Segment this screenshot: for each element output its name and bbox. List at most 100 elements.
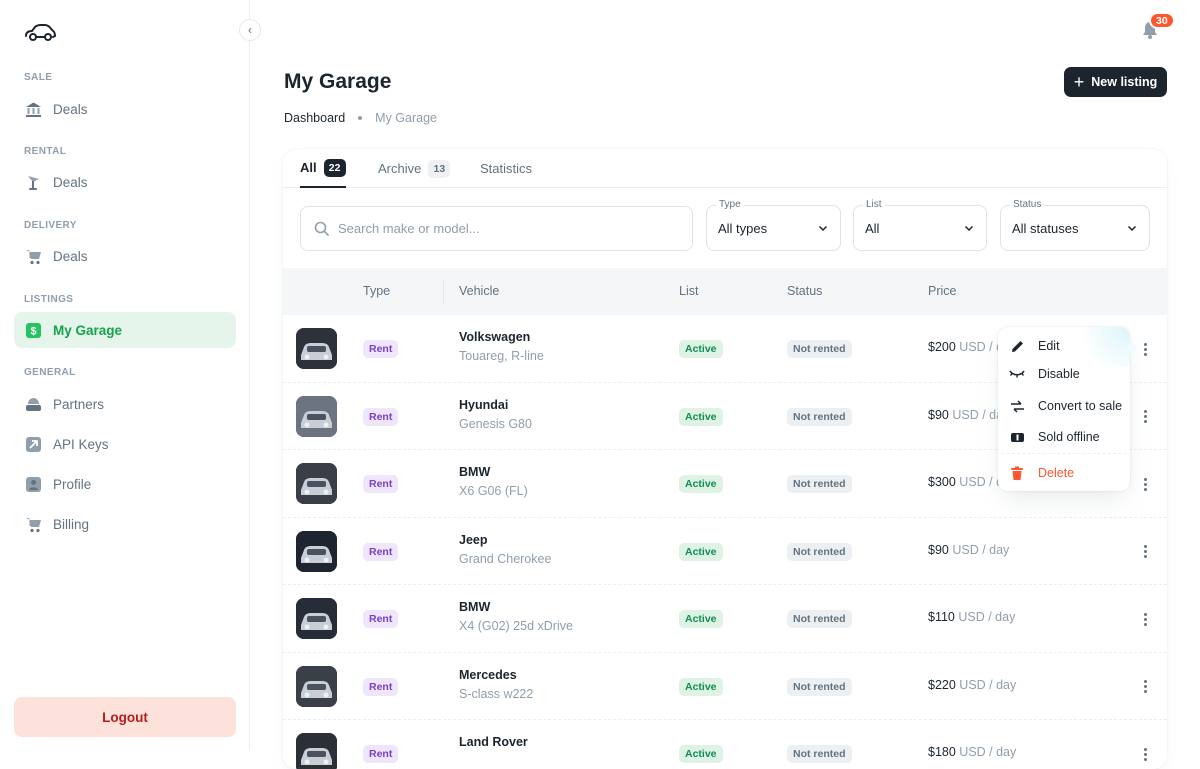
more-vertical-icon[interactable] [1136,541,1154,563]
list-select[interactable]: List All [853,199,987,251]
section-title-rental: RENTAL [24,146,67,157]
price-unit: USD / day [959,745,1017,759]
price-amount: $110 [928,610,955,624]
price: $110 USD / day [928,610,1015,624]
menu-item-label: Edit [1038,339,1060,353]
vehicle-thumbnail[interactable] [296,530,337,572]
vehicle-model: S-class w222 [459,686,534,701]
tab-all[interactable]: All 22 [300,149,346,188]
status-badge: Not rented [787,340,852,358]
more-vertical-icon[interactable] [1136,338,1154,360]
table-row[interactable]: Rent Mercedes S-class w222 Active Not rented… [283,653,1167,720]
breadcrumb-dashboard[interactable]: Dashboard [284,111,345,125]
sidebar-item-partners[interactable]: Partners [14,386,236,422]
more-vertical-icon[interactable] [1136,608,1154,630]
price-amount: $180 [928,745,956,759]
swap-icon [1009,398,1025,414]
new-listing-button[interactable]: + New listing [1064,67,1167,97]
vehicle-thumbnail[interactable] [296,598,337,639]
vehicle-thumbnail[interactable] [296,463,337,504]
list-badge: Active [679,745,723,763]
more-vertical-icon[interactable] [1136,676,1154,698]
sidebar-item-billing[interactable]: Billing [14,506,236,542]
section-title-sale: SALE [24,72,53,83]
tab-archive[interactable]: Archive 13 [378,149,451,188]
sidebar: ‹ SALE Deals RENTAL Deals DELIVERY Deals… [0,0,261,750]
sidebar-item-label: Deals [53,101,88,117]
breadcrumb-current: My Garage [375,111,437,125]
sidebar-item-label: Deals [53,174,88,190]
vehicle-thumbnail[interactable] [296,665,337,707]
chevron-left-icon: ‹ [248,23,252,37]
menu-item-convert-to-sale[interactable]: Convert to sale [998,391,1130,421]
sidebar-item-profile[interactable]: Profile [14,466,236,502]
column-header-list[interactable]: List [679,284,698,298]
column-header-vehicle[interactable]: Vehicle [459,284,499,298]
logout-button[interactable]: Logout [14,697,236,737]
price-unit: USD / day [952,542,1010,557]
menu-item-delete[interactable]: Delete [998,458,1130,488]
sidebar-item-rental-deals[interactable]: Deals [14,164,236,200]
sidebar-item-my-garage[interactable]: $ My Garage [14,312,236,348]
menu-item-sold-offline[interactable]: Sold offline [998,422,1130,452]
user-icon [24,475,42,493]
status-select-value: All statuses [1012,220,1079,236]
vehicle-model: X4 (G02) 25d xDrive [459,619,573,633]
table-row[interactable]: Rent Land Rover Active Not rented $180 USD /… [283,720,1167,769]
price-amount: $200 [928,340,956,354]
menu-item-edit[interactable]: Edit [998,331,1130,361]
trash-icon [1009,465,1025,481]
cart-icon [24,515,42,533]
column-header-price[interactable]: Price [928,284,956,298]
vehicle-thumbnail[interactable] [296,733,337,769]
table-row[interactable]: Rent BMW X4 (G02) 25d xDrive Active Not rent… [283,585,1167,653]
arrow-up-right-icon [24,435,42,453]
vehicle-make[interactable]: BMW [459,600,490,614]
vehicle-make[interactable]: Hyundai [459,398,508,412]
type-badge: Rent [363,407,399,426]
tab-label: All [300,160,317,175]
tab-statistics[interactable]: Statistics [480,149,532,188]
type-badge: Rent [363,745,399,763]
vehicle-make[interactable]: BMW [459,465,490,479]
list-select-label: List [863,199,885,210]
sidebar-item-api-keys[interactable]: API Keys [14,426,236,462]
more-vertical-icon[interactable] [1136,406,1154,428]
collapse-sidebar-button[interactable]: ‹ [239,19,261,41]
sidebar-item-sale-deals[interactable]: Deals [14,91,236,127]
more-vertical-icon[interactable] [1136,473,1154,495]
menu-item-label: Sold offline [1038,430,1100,444]
type-select[interactable]: Type All types [706,199,841,251]
more-vertical-icon[interactable] [1136,743,1154,765]
vehicle-make[interactable]: Mercedes [459,668,517,682]
pencil-icon [1009,338,1025,354]
search-field[interactable] [300,206,693,251]
vehicle-thumbnail[interactable] [296,395,337,437]
type-badge: Rent [363,542,399,561]
table-row[interactable]: Rent Jeep Grand Cherokee Active Not rented $9… [283,518,1167,585]
sidebar-item-label: Billing [53,516,90,532]
search-icon [314,221,329,236]
type-badge: Rent [363,340,399,358]
column-header-status[interactable]: Status [787,284,822,298]
sidebar-item-label: API Keys [53,436,109,452]
vehicle-make[interactable]: Volkswagen [459,330,530,344]
vehicle-make[interactable]: Jeep [459,533,488,547]
status-select[interactable]: Status All statuses [1000,199,1150,251]
chevron-down-icon [964,225,974,232]
search-input[interactable] [338,221,658,236]
chevron-down-icon [1127,225,1137,232]
list-badge: Active [679,340,723,358]
price-amount: $90 [928,407,949,422]
vehicle-thumbnail[interactable] [296,328,337,369]
new-listing-label: New listing [1091,75,1158,89]
sidebar-item-delivery-deals[interactable]: Deals [14,238,236,274]
list-badge: Active [679,542,723,561]
car-logo-icon[interactable] [24,22,56,44]
menu-divider [1002,453,1126,454]
vehicle-make[interactable]: Land Rover [459,735,528,749]
column-header-type[interactable]: Type [363,284,390,298]
status-badge: Not rented [787,677,852,696]
sidebar-item-label: My Garage [53,322,123,338]
menu-item-disable[interactable]: Disable [998,359,1130,389]
